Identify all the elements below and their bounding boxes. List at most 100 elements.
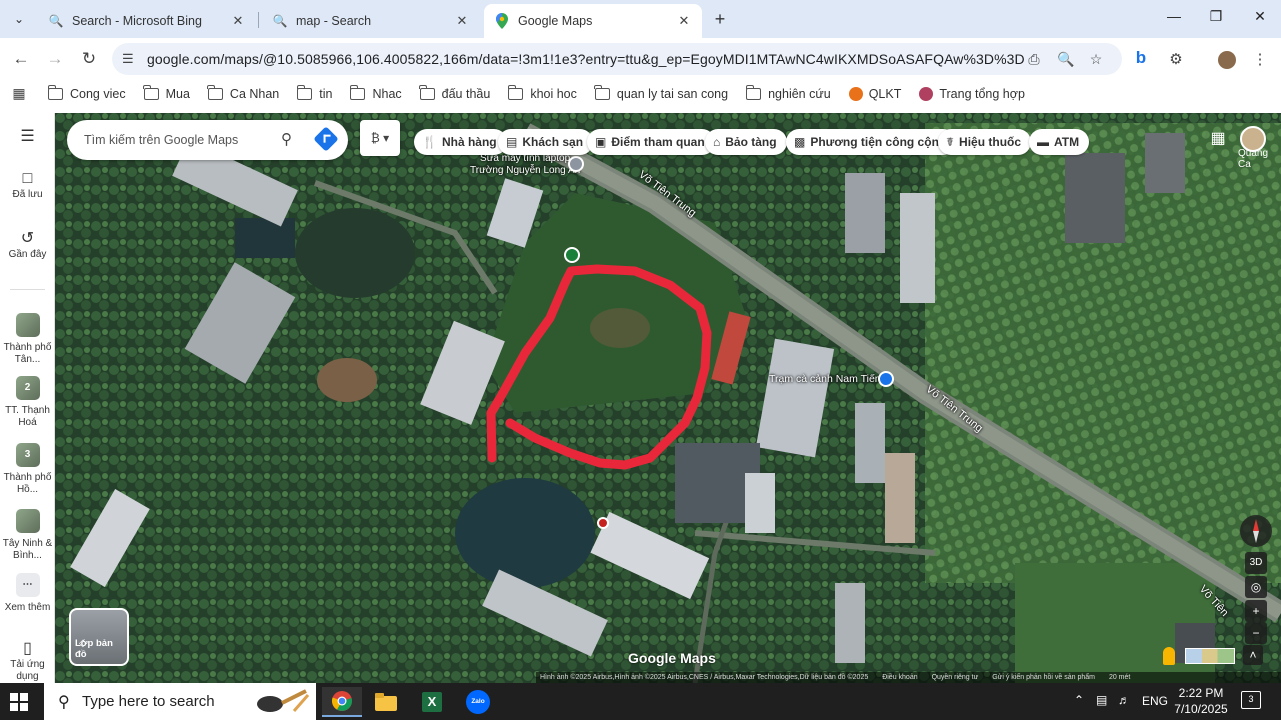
sidebar-item-more[interactable]: ⋯ Xem thêm xyxy=(0,573,55,614)
chip-museums[interactable]: ⌂ Bảo tàng xyxy=(705,129,787,155)
menu-dots-icon[interactable]: ⋮ xyxy=(1250,50,1270,70)
zoom-out-icon[interactable]: − xyxy=(1245,622,1267,644)
chip-label: Nhà hàng xyxy=(441,135,497,149)
poi-label-laptop-repair[interactable]: Sửa máy tính laptop Trường Nguyễn Long A… xyxy=(470,153,580,177)
feedback-link[interactable]: Gửi ý kiến phản hồi về sản phẩm xyxy=(992,674,1095,681)
tab-google-maps[interactable]: Google Maps ✕ xyxy=(484,4,702,38)
history-icon: ↺ xyxy=(20,230,35,247)
pegman-icon[interactable] xyxy=(1163,647,1175,665)
3d-toggle-button[interactable]: 3D xyxy=(1245,552,1267,574)
compass-icon[interactable] xyxy=(1240,515,1272,547)
extensions-puzzle-icon[interactable]: ⚙ xyxy=(1166,50,1186,70)
terms-link[interactable]: Điều khoản xyxy=(882,674,917,681)
bookmark-trang-tong-hop[interactable]: Trang tổng hợp xyxy=(919,87,1025,101)
menu-hamburger-icon[interactable]: ☰ xyxy=(0,129,55,147)
poi-label-cafe[interactable]: Trạm cà cảnh Nam Tiến xyxy=(769,373,881,385)
profile-avatar[interactable] xyxy=(1218,51,1236,69)
forward-arrow-icon[interactable]: → xyxy=(44,48,66,70)
bookmark-folder[interactable]: Cong viec xyxy=(47,85,126,101)
taskbar-search-input[interactable]: Type here to search xyxy=(82,693,215,710)
site-info-icon[interactable]: ☰ xyxy=(122,51,134,67)
maps-search-box[interactable]: Tìm kiếm trên Google Maps ⚲ xyxy=(67,120,348,160)
attribution-bar: Hình ảnh ©2025 Airbus,Hình ảnh ©2025 Air… xyxy=(536,672,1281,683)
chip-pharmacy[interactable]: ☤ Hiệu thuốc xyxy=(938,129,1032,155)
map-mode-dropdown[interactable]: ₿ ▾ xyxy=(360,120,400,156)
chevron-down-icon: ▾ xyxy=(383,131,390,145)
search-icon[interactable]: ⚲ xyxy=(281,130,292,148)
sidebar-recent-place[interactable]: Thành phố Tân... xyxy=(0,313,55,366)
chip-restaurants[interactable]: 🍴 Nhà hàng xyxy=(414,129,507,155)
layers-button[interactable]: ◇ Lớp bản đồ xyxy=(69,608,129,666)
url-text[interactable]: google.com/maps/@10.5085966,106.4005822,… xyxy=(147,51,1025,67)
bookmark-folder[interactable]: Mua xyxy=(143,85,190,101)
language-indicator[interactable]: ENG xyxy=(1142,694,1168,708)
close-window-icon[interactable]: ✕ xyxy=(1248,8,1272,30)
park-marker-icon[interactable] xyxy=(564,247,580,263)
tab-map-search[interactable]: 🔍 map - Search ✕ xyxy=(262,4,480,38)
bookmark-folder[interactable]: Nhac xyxy=(349,85,402,101)
folder-icon xyxy=(47,85,63,100)
bookmarks-bar: ▦ Cong viec Mua Ca Nhan tin Nhac đấu thầ… xyxy=(0,80,1281,108)
satellite-map[interactable]: Võ Tiên Trung Võ Tiên Trung Võ Tiên Sửa … xyxy=(55,113,1281,683)
expand-chevron-icon[interactable]: ˄ xyxy=(1243,645,1263,665)
zalo-icon[interactable]: Zalo xyxy=(458,687,498,717)
back-arrow-icon[interactable]: ← xyxy=(10,48,32,70)
poi-marker[interactable] xyxy=(597,517,609,529)
search-input[interactable]: Tìm kiếm trên Google Maps xyxy=(84,133,238,147)
install-app-icon[interactable]: ⎙ xyxy=(1025,51,1043,69)
zoom-in-icon[interactable]: + xyxy=(1245,600,1267,622)
minimize-icon[interactable]: — xyxy=(1162,8,1186,30)
chip-transit[interactable]: ▩ Phương tiện công cộng xyxy=(786,129,957,155)
new-tab-plus-icon[interactable]: + xyxy=(710,9,730,29)
close-icon[interactable]: ✕ xyxy=(454,13,470,29)
bookmark-qlkt[interactable]: QLKT xyxy=(848,87,901,101)
chip-hotels[interactable]: ▤ Khách sạn xyxy=(498,129,594,155)
imagery-strip[interactable] xyxy=(1185,648,1235,664)
bookmark-label: Trang tổng hợp xyxy=(939,87,1025,101)
close-icon[interactable]: ✕ xyxy=(676,13,692,29)
restore-icon[interactable]: ❐ xyxy=(1204,8,1228,30)
bookmark-folder[interactable]: quan ly tai san cong xyxy=(594,85,728,101)
bookmark-folder[interactable]: Ca Nhan xyxy=(207,85,279,101)
chrome-icon[interactable] xyxy=(322,687,362,717)
google-apps-icon[interactable]: ▦ xyxy=(1208,128,1228,148)
clock[interactable]: 2:22 PM 7/10/2025 xyxy=(1170,685,1232,717)
apps-grid-icon[interactable]: ▦ xyxy=(10,85,28,103)
bookmark-folder[interactable]: tin xyxy=(296,85,332,101)
bookmark-folder[interactable]: đấu thầu xyxy=(419,85,490,101)
show-hidden-icons-chevron-icon[interactable]: ⌃ xyxy=(1074,693,1084,707)
sidebar-item-get-app[interactable]: ▯ Tải ứng dụng xyxy=(0,641,55,683)
sidebar-item-saved[interactable]: □ Đã lưu xyxy=(0,171,55,201)
bookmark-folder[interactable]: khoi hoc xyxy=(507,85,577,101)
notification-center-icon[interactable]: 3 xyxy=(1241,691,1261,709)
bookmark-folder[interactable]: nghiên cứu xyxy=(745,85,831,101)
zoom-icon[interactable]: 🔍 xyxy=(1057,51,1075,69)
bookmark-star-icon[interactable]: ☆ xyxy=(1087,51,1105,69)
bookmark-label: khoi hoc xyxy=(530,87,577,101)
sidebar-recent-place[interactable]: Tây Ninh & Bình... xyxy=(0,509,55,562)
directions-icon[interactable] xyxy=(313,126,339,152)
chip-attractions[interactable]: ▣ Điểm tham quan xyxy=(587,129,715,155)
tab-bing-search[interactable]: 🔍 Search - Microsoft Bing ✕ xyxy=(38,4,256,38)
volume-icon[interactable]: ♬ xyxy=(1118,693,1130,707)
network-icon[interactable]: ▤ xyxy=(1096,693,1107,707)
taskbar-search[interactable]: ⚲ Type here to search xyxy=(44,683,316,720)
tab-search-chevron-icon[interactable]: ⌄ xyxy=(8,8,30,30)
reload-icon[interactable]: ↻ xyxy=(78,48,100,70)
sidebar-recent-place[interactable]: 2 TT. Thạnh Hoá xyxy=(0,376,55,429)
windows-start-icon[interactable] xyxy=(10,693,28,711)
my-location-icon[interactable]: ◎ xyxy=(1245,576,1267,598)
bing-copilot-icon[interactable]: b xyxy=(1131,48,1151,68)
privacy-link[interactable]: Quyền riêng tư xyxy=(932,674,979,681)
poi-marker[interactable] xyxy=(568,156,584,172)
excel-icon[interactable]: X xyxy=(412,687,452,717)
scale-label[interactable]: 20 mét xyxy=(1109,674,1130,681)
sidebar-recent-place[interactable]: 3 Thành phố Hồ... xyxy=(0,443,55,496)
poi-marker[interactable] xyxy=(878,371,894,387)
chip-atm[interactable]: ▬ ATM xyxy=(1029,129,1090,155)
address-bar[interactable]: ☰ google.com/maps/@10.5085966,106.400582… xyxy=(112,43,1122,75)
chip-label: ATM xyxy=(1054,135,1080,149)
file-explorer-icon[interactable] xyxy=(366,687,406,717)
sidebar-item-recent[interactable]: ↺ Gần đây xyxy=(0,230,55,261)
close-icon[interactable]: ✕ xyxy=(230,13,246,29)
